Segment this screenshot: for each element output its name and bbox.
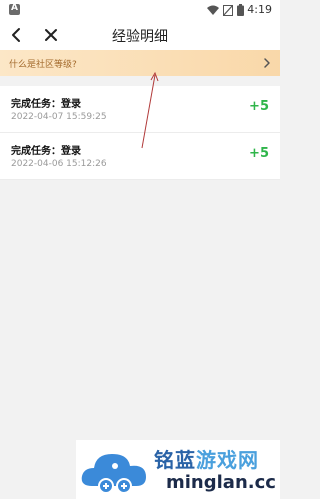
task-time: 2022-04-06 15:12:26 [11,159,107,169]
task-time: 2022-04-07 15:59:25 [11,112,107,122]
watermark-domain: minglan.cc [166,472,276,493]
cloud-logo-icon [81,454,146,494]
chevron-right-icon [264,58,270,68]
watermark: 铭蓝游戏网 minglan.cc [76,440,280,499]
experience-list: 完成任务：登录 2022-04-07 15:59:25 +5 完成任务：登录 2… [0,86,280,180]
banner-text: 什么是社区等级? [9,60,77,70]
points-value: +5 [249,99,269,114]
task-name: 完成任务：登录 [11,99,81,110]
page-title: 经验明细 [112,29,168,45]
watermark-brand: 铭蓝游戏网 [154,448,259,472]
signal-off-icon [223,4,233,16]
list-item: 完成任务：登录 2022-04-07 15:59:25 +5 [0,86,280,133]
notification-icon [9,3,20,15]
community-level-banner[interactable]: 什么是社区等级? [0,50,280,76]
battery-icon [237,4,244,16]
wifi-icon [207,5,219,15]
status-time: 4:19 [247,3,272,16]
task-name: 完成任务：登录 [11,146,81,157]
status-bar: 4:19 [0,0,280,20]
points-value: +5 [249,146,269,161]
nav-bar: 经验明细 [0,20,280,50]
list-item: 完成任务：登录 2022-04-06 15:12:26 +5 [0,133,280,180]
